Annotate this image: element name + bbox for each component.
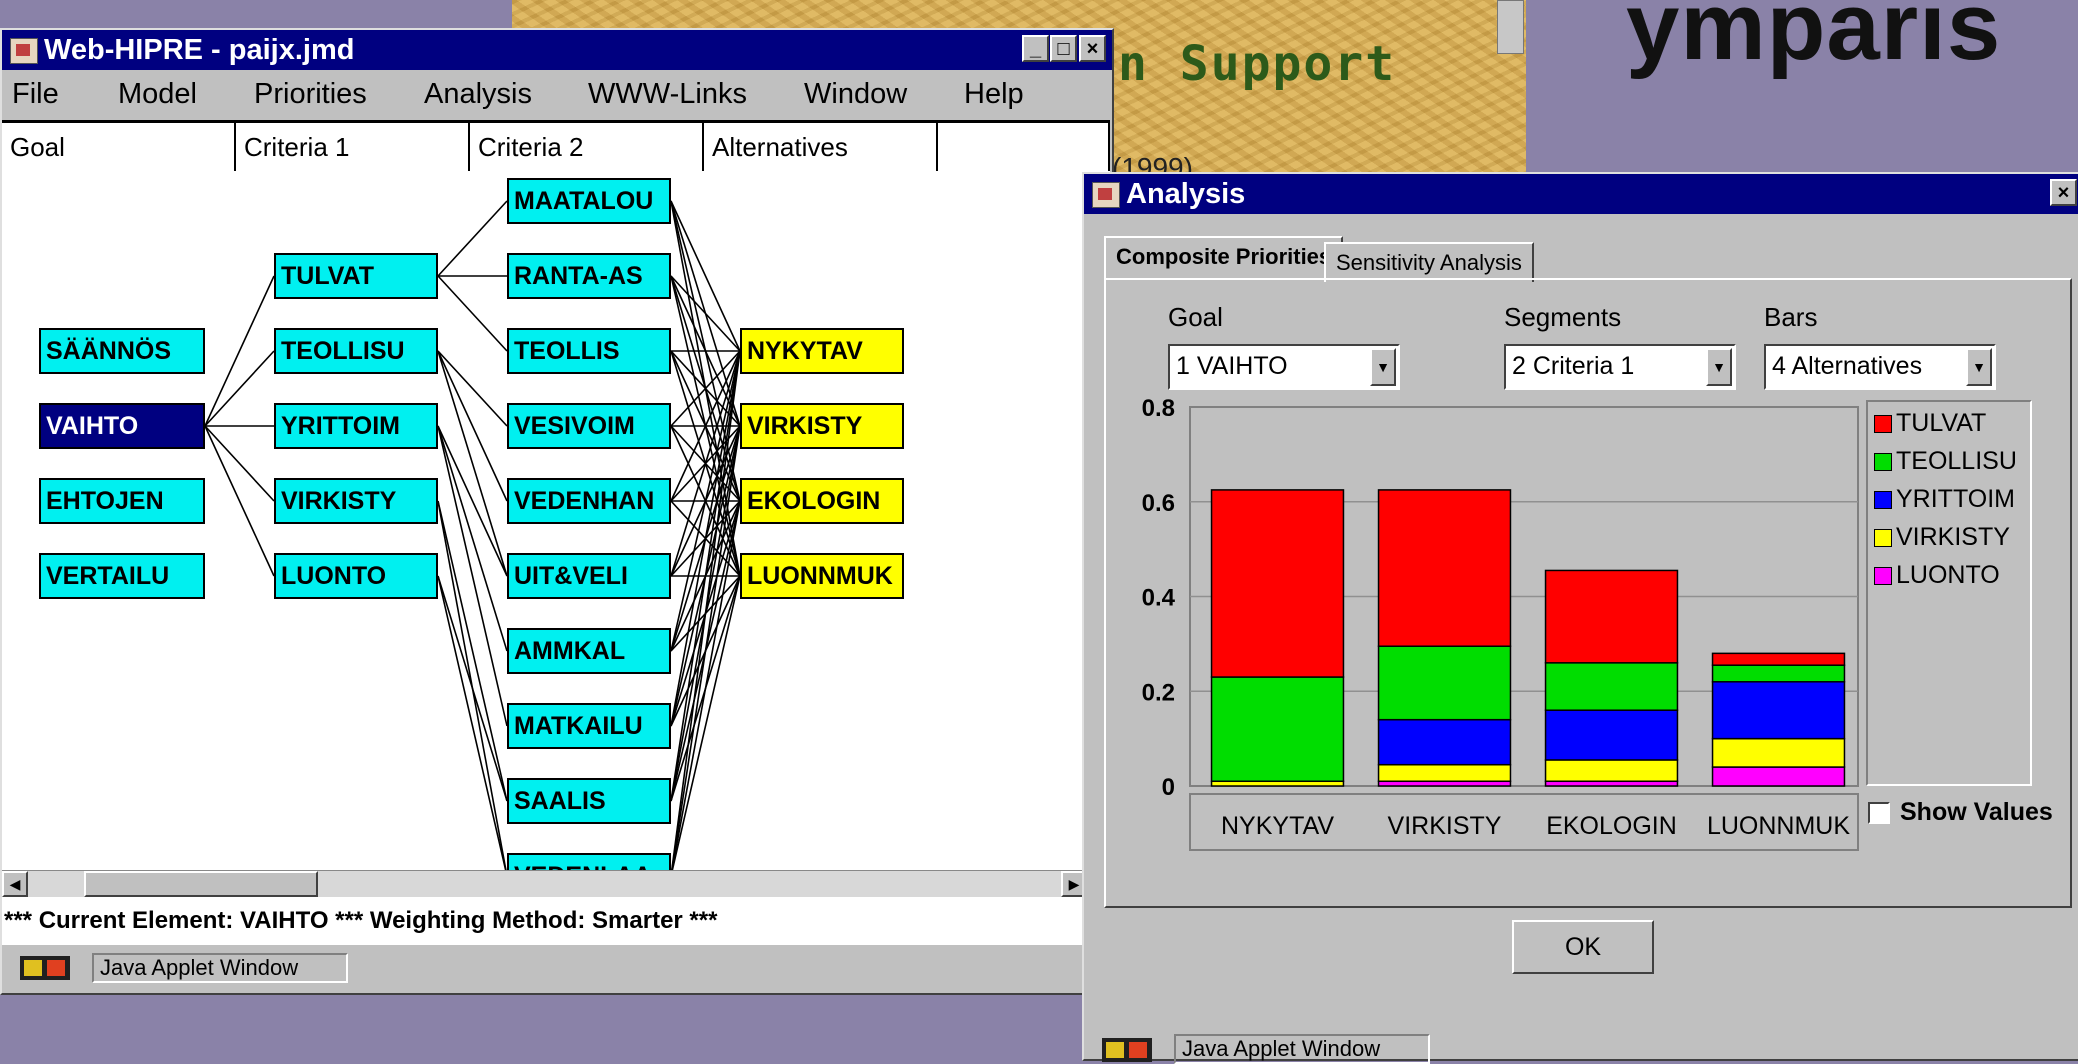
show-values-label: Show Values xyxy=(1900,798,2053,826)
legend-label: TULVAT xyxy=(1896,409,1987,437)
legend-swatch xyxy=(1874,529,1892,547)
x-category-label: LUONNMUK xyxy=(1707,812,1850,840)
ok-button[interactable]: OK xyxy=(1512,920,1654,974)
legend-label: TEOLLISU xyxy=(1896,447,2017,475)
legend-swatch xyxy=(1874,415,1892,433)
legend-swatch xyxy=(1874,453,1892,471)
bar-yrittoim-virkisty xyxy=(1377,718,1512,766)
bar-teollisu-virkisty xyxy=(1377,645,1512,721)
bar-teollisu-nykytav xyxy=(1210,676,1345,783)
y-tick-label: 0.8 xyxy=(1142,395,1175,422)
legend-label: YRITTOIM xyxy=(1896,485,2015,513)
x-category-label: EKOLOGIN xyxy=(1546,812,1677,840)
checkbox-box[interactable] xyxy=(1868,802,1890,825)
bar-teollisu-luonnmuk xyxy=(1711,664,1846,683)
bar-teollisu-ekologin xyxy=(1544,662,1679,711)
legend-swatch xyxy=(1874,491,1892,509)
y-tick-label: 0 xyxy=(1162,774,1175,801)
y-tick-label: 0.4 xyxy=(1142,585,1176,612)
bar-tulvat-ekologin xyxy=(1544,569,1679,664)
composite-priorities-chart: 0 0.2 0.4 0.6 0.8 NYKYTAV VIRKISTY EKOLOGIN LUON… xyxy=(1142,395,1859,851)
show-values-checkbox[interactable]: Show Values xyxy=(1868,798,2053,827)
bar-tulvat-virkisty xyxy=(1377,489,1512,647)
legend-swatch xyxy=(1874,567,1892,585)
bar-yrittoim-ekologin xyxy=(1544,709,1679,761)
bar-virkisty-ekologin xyxy=(1544,759,1679,783)
bar-yrittoim-luonnmuk xyxy=(1711,681,1846,740)
bar-virkisty-luonnmuk xyxy=(1711,737,1846,768)
bar-virkisty-virkisty xyxy=(1377,763,1512,783)
legend-label: VIRKISTY xyxy=(1896,523,2010,551)
bar-tulvat-luonnmuk xyxy=(1711,652,1846,666)
x-category-label: NYKYTAV xyxy=(1221,812,1334,840)
legend-label: LUONTO xyxy=(1896,561,2000,589)
chart-legend: TULVAT TEOLLISU YRITTOIM VIRKISTY LUONTO xyxy=(1866,400,2032,786)
bar-tulvat-nykytav xyxy=(1210,489,1345,678)
x-category-label: VIRKISTY xyxy=(1388,812,1502,840)
y-tick-label: 0.2 xyxy=(1142,679,1175,706)
bar-luonto-luonnmuk xyxy=(1711,766,1846,787)
y-tick-label: 0.6 xyxy=(1142,490,1175,517)
